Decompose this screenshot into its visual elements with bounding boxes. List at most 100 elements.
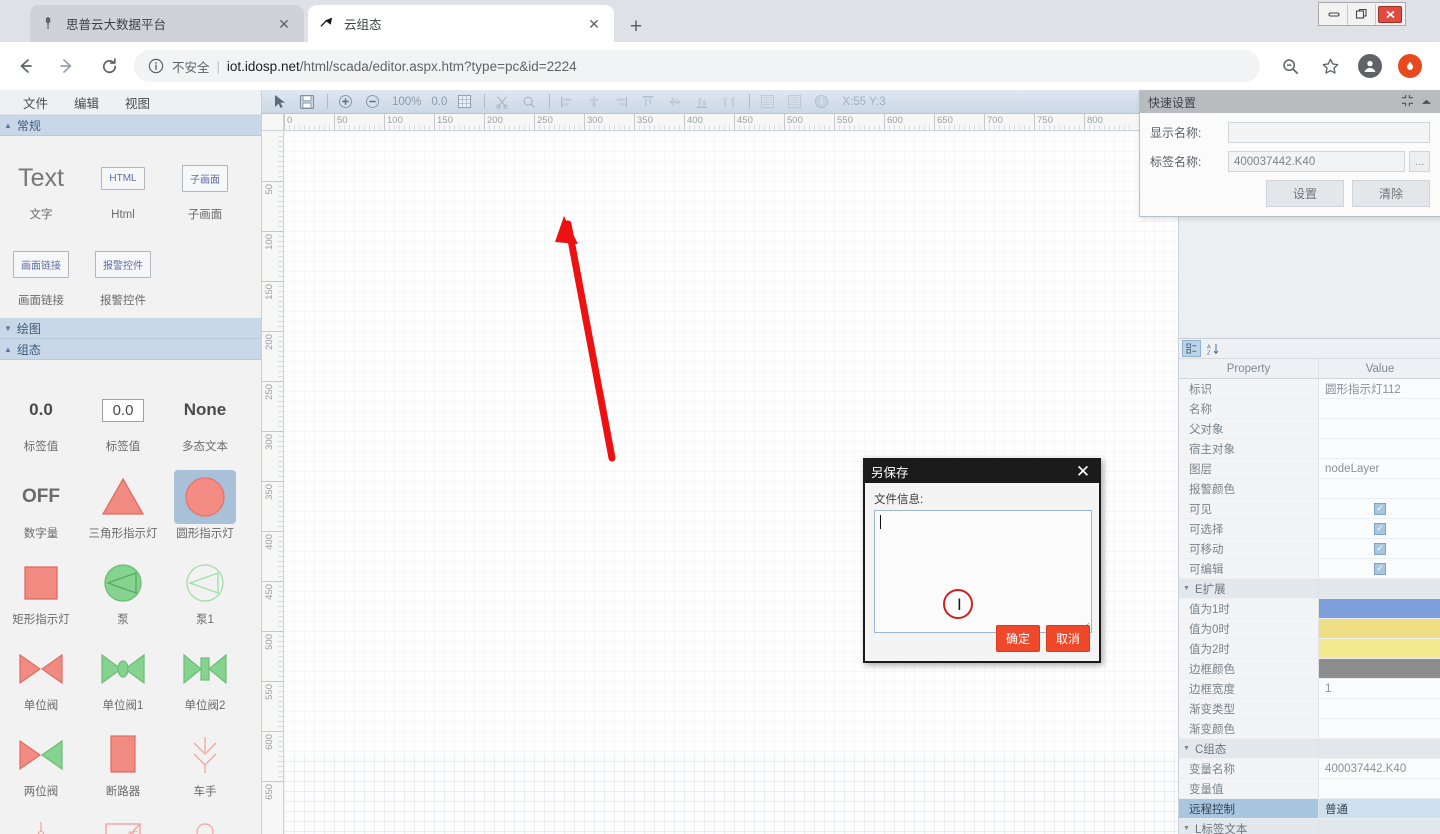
property-row-value[interactable] xyxy=(1319,819,1440,834)
palette-item-tagvalue-plain[interactable]: 0.0 标签值 xyxy=(0,374,82,460)
search-icon[interactable] xyxy=(517,92,541,112)
tag-browse-button[interactable]: ... xyxy=(1409,151,1430,172)
palette-item-pt[interactable]: PT xyxy=(164,806,246,834)
zoom-out-icon-toolbar[interactable] xyxy=(360,92,384,112)
palette-item-inverter[interactable]: ACDC 逆变器 xyxy=(82,806,164,834)
info-icon-toolbar[interactable] xyxy=(809,92,833,112)
browser-tab-1[interactable]: 思普云大数据平台 ✕ xyxy=(30,5,304,42)
property-row-value[interactable]: 400037442.K40 xyxy=(1319,759,1440,778)
browser-tab-2-close-icon[interactable]: ✕ xyxy=(584,14,604,34)
horizontal-ruler[interactable]: 0501001502002503003504004505005506006507… xyxy=(284,114,1178,131)
property-row[interactable]: 可编辑✓ xyxy=(1179,559,1440,579)
palette-item-knife-switch[interactable]: 刀闸 xyxy=(0,806,82,834)
property-row-value[interactable] xyxy=(1319,699,1440,718)
palette-item-breaker[interactable]: 断路器 xyxy=(82,719,164,805)
align-middle-icon[interactable] xyxy=(663,92,687,112)
palette-item-multistate-text[interactable]: None 多态文本 xyxy=(164,374,246,460)
chevron-down-icon[interactable]: ▼ xyxy=(1183,745,1190,752)
align-right-icon[interactable] xyxy=(609,92,633,112)
property-row-value[interactable]: 圆形指示灯112 xyxy=(1319,379,1440,398)
align-center-icon[interactable] xyxy=(582,92,606,112)
property-row-value[interactable]: ✓ xyxy=(1319,559,1440,578)
property-row-value[interactable]: ✓ xyxy=(1319,539,1440,558)
property-row[interactable]: 值为2时 xyxy=(1179,639,1440,659)
property-row-value[interactable] xyxy=(1319,419,1440,438)
chevron-down-icon[interactable]: ▼ xyxy=(1183,585,1190,592)
confirm-button[interactable]: 确定 xyxy=(996,625,1040,652)
property-row[interactable]: 父对象 xyxy=(1179,419,1440,439)
palette-item-screenlink[interactable]: 画面链接 画面链接 xyxy=(0,228,82,314)
property-row-value[interactable] xyxy=(1319,599,1440,618)
palette-item-valve1[interactable]: 单位阀1 xyxy=(82,633,164,719)
save-icon[interactable] xyxy=(295,92,319,112)
property-checkbox[interactable]: ✓ xyxy=(1374,563,1386,575)
section-header-drawing[interactable]: ▼ 绘图 xyxy=(0,318,261,339)
property-row[interactable]: ▼L标签文本 xyxy=(1179,819,1440,834)
property-row-value[interactable]: nodeLayer xyxy=(1319,459,1440,478)
property-row[interactable]: 可移动✓ xyxy=(1179,539,1440,559)
property-row[interactable]: 边框颜色 xyxy=(1179,659,1440,679)
property-row[interactable]: 图层nodeLayer xyxy=(1179,459,1440,479)
property-row[interactable]: 变量值 xyxy=(1179,779,1440,799)
section-header-general[interactable]: ▲ 常规 xyxy=(0,115,261,136)
property-row[interactable]: ▼E扩展 xyxy=(1179,579,1440,599)
property-row[interactable]: 宿主对象 xyxy=(1179,439,1440,459)
window-close-button[interactable] xyxy=(1376,4,1404,25)
property-row-value[interactable] xyxy=(1319,399,1440,418)
property-row[interactable]: 渐变类型 xyxy=(1179,699,1440,719)
palette-item-cart-handle[interactable]: 车手 xyxy=(164,719,246,805)
collapse-icon[interactable] xyxy=(1401,94,1414,110)
section-header-scada[interactable]: ▲ 组态 xyxy=(0,339,261,360)
palette-item-pump1[interactable]: 泵1 xyxy=(164,547,246,633)
property-row-value[interactable] xyxy=(1319,619,1440,638)
property-row[interactable]: 可见✓ xyxy=(1179,499,1440,519)
clear-button[interactable]: 清除 xyxy=(1352,180,1430,207)
cancel-button[interactable]: 取消 xyxy=(1046,625,1090,652)
forward-button[interactable] xyxy=(50,49,84,83)
tag-name-input[interactable]: 400037442.K40 xyxy=(1228,151,1405,172)
property-row[interactable]: 变量名称400037442.K40 xyxy=(1179,759,1440,779)
bookmark-star-icon[interactable] xyxy=(1315,51,1345,81)
palette-item-alarmwidget[interactable]: 报警控件 报警控件 xyxy=(82,228,164,314)
property-row-value[interactable] xyxy=(1319,739,1440,758)
property-row[interactable]: 渐变颜色 xyxy=(1179,719,1440,739)
palette-item-rect-lamp[interactable]: 矩形指示灯 xyxy=(0,547,82,633)
save-as-dialog[interactable]: 另保存 ✕ 文件信息: I 确定 xyxy=(863,458,1101,663)
property-checkbox[interactable]: ✓ xyxy=(1374,523,1386,535)
categorize-icon[interactable] xyxy=(1182,340,1201,357)
zoom-out-icon[interactable] xyxy=(1275,51,1305,81)
palette-item-valve[interactable]: 单位阀 xyxy=(0,633,82,719)
property-row-value[interactable] xyxy=(1319,579,1440,598)
info-circle-icon[interactable] xyxy=(148,58,165,75)
palette-item-valve2[interactable]: 单位阀2 xyxy=(164,633,246,719)
palette-item-circle-lamp[interactable]: 圆形指示灯 xyxy=(164,461,246,547)
menu-view[interactable]: 视图 xyxy=(112,93,163,112)
property-color-swatch[interactable] xyxy=(1319,659,1440,678)
palette-item-tagvalue-boxed[interactable]: 0.0 标签值 xyxy=(82,374,164,460)
zoom-in-icon[interactable] xyxy=(333,92,357,112)
palette-item-pump[interactable]: 泵 xyxy=(82,547,164,633)
address-bar[interactable]: 不安全 | iot.idosp.net /html/scada/editor.a… xyxy=(134,50,1260,82)
layer-front-icon[interactable] xyxy=(755,92,779,112)
distribute-icon[interactable] xyxy=(717,92,741,112)
window-restore-button[interactable] xyxy=(1348,4,1376,25)
set-button[interactable]: 设置 xyxy=(1266,180,1344,207)
align-bottom-icon[interactable] xyxy=(690,92,714,112)
property-row-value[interactable] xyxy=(1319,479,1440,498)
chevron-up-icon-qs[interactable] xyxy=(1421,95,1432,109)
grid-icon[interactable] xyxy=(452,92,476,112)
palette-item-triangle-lamp[interactable]: 三角形指示灯 xyxy=(82,461,164,547)
property-row[interactable]: ▼C组态 xyxy=(1179,739,1440,759)
property-color-swatch[interactable] xyxy=(1319,599,1440,618)
close-icon[interactable]: ✕ xyxy=(1073,463,1093,480)
file-info-textarea[interactable]: I xyxy=(874,510,1092,633)
browser-tab-1-close-icon[interactable]: ✕ xyxy=(274,14,294,34)
align-top-icon[interactable] xyxy=(636,92,660,112)
property-color-swatch[interactable] xyxy=(1319,639,1440,658)
cut-icon[interactable] xyxy=(490,92,514,112)
browser-tab-2[interactable]: 云组态 ✕ xyxy=(308,5,614,42)
palette-item-digital[interactable]: OFF 数字量 xyxy=(0,461,82,547)
property-row-value[interactable] xyxy=(1319,439,1440,458)
palette-item-html[interactable]: HTML Html xyxy=(82,142,164,228)
property-row[interactable]: 值为0时 xyxy=(1179,619,1440,639)
